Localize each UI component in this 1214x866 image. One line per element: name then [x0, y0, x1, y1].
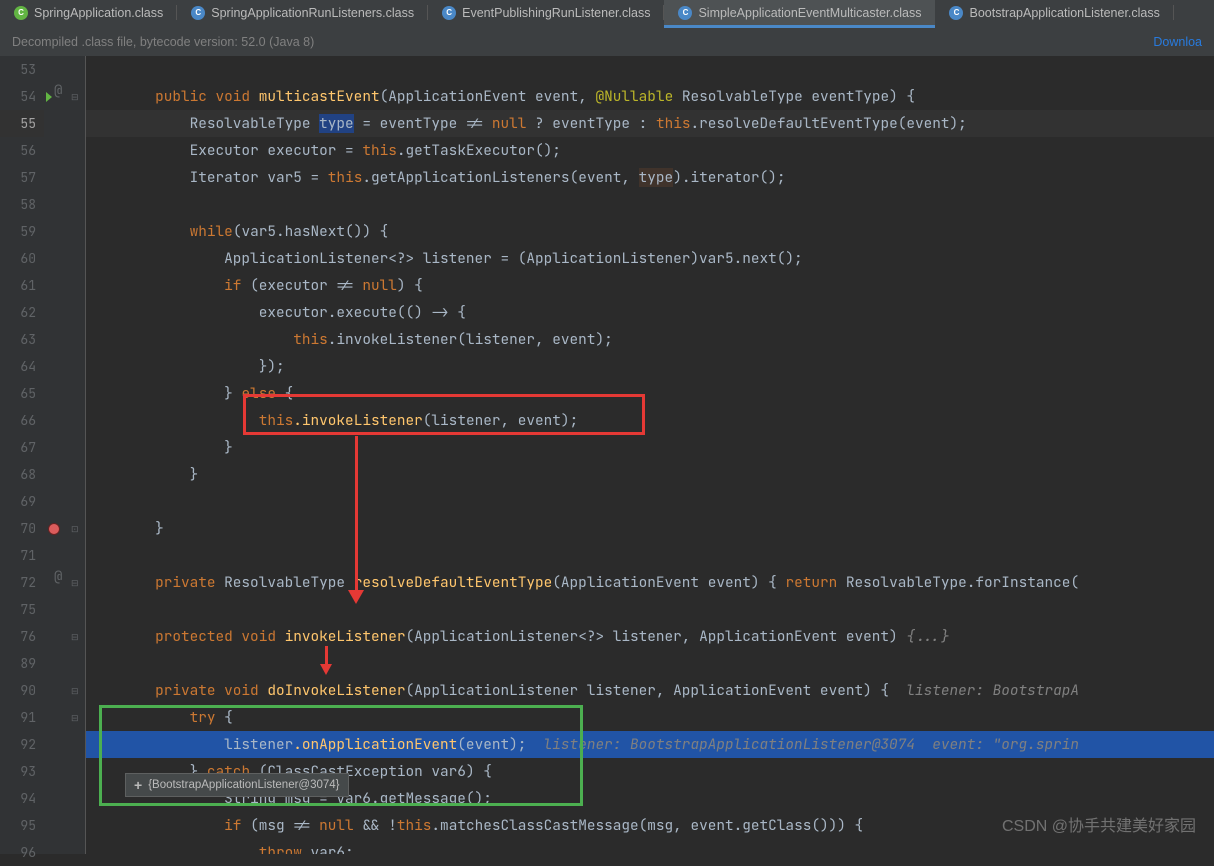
code-line-executing: listener.onApplicationEvent(event); list… — [86, 731, 1214, 758]
class-icon: C — [191, 6, 205, 20]
tab-event-publishing[interactable]: C EventPublishingRunListener.class — [428, 0, 664, 28]
code-line: }); — [86, 353, 1214, 380]
tab-label: SimpleApplicationEventMulticaster.class — [698, 6, 921, 20]
decompile-info: Decompiled .class file, bytecode version… — [12, 35, 314, 49]
code-line: Executor executor = this.getTaskExecutor… — [86, 137, 1214, 164]
breakpoint-icon[interactable] — [48, 523, 60, 535]
code-line — [86, 542, 1214, 569]
code-line — [86, 191, 1214, 218]
tab-label: SpringApplication.class — [34, 6, 163, 20]
code-line: private ResolvableType resolveDefaultEve… — [86, 569, 1214, 596]
fold-open-icon[interactable]: ⊟ — [71, 577, 82, 588]
annotation-icon: @ — [54, 82, 62, 100]
tab-label: BootstrapApplicationListener.class — [969, 6, 1159, 20]
tab-simple-application-event-multicaster[interactable]: C SimpleApplicationEventMulticaster.class — [664, 0, 935, 28]
tab-label: SpringApplicationRunListeners.class — [211, 6, 414, 20]
tab-run-listeners[interactable]: C SpringApplicationRunListeners.class — [177, 0, 428, 28]
code-line: executor.execute(() -> { — [86, 299, 1214, 326]
code-line: } — [86, 461, 1214, 488]
class-icon: C — [949, 6, 963, 20]
code-line — [86, 488, 1214, 515]
tab-label: EventPublishingRunListener.class — [462, 6, 650, 20]
code-line: Iterator var5 = this.getApplicationListe… — [86, 164, 1214, 191]
code-area[interactable]: public void multicastEvent(ApplicationEv… — [86, 56, 1214, 854]
download-link[interactable]: Downloa — [1153, 35, 1202, 49]
code-line: } — [86, 434, 1214, 461]
info-bar: Decompiled .class file, bytecode version… — [0, 28, 1214, 56]
fold-open-icon[interactable]: ⊟ — [71, 631, 82, 642]
fold-open-icon[interactable]: ⊟ — [71, 685, 82, 696]
annotation-icon: @ — [54, 568, 62, 586]
kotlin-class-icon: C — [14, 6, 28, 20]
code-line — [86, 56, 1214, 83]
fold-open-icon[interactable]: ⊟ — [71, 91, 82, 102]
code-line: throw var6; — [86, 839, 1214, 854]
marker-gutter: @ @ — [44, 56, 68, 854]
class-icon: C — [678, 6, 692, 20]
code-line: ApplicationListener<?> listener = (Appli… — [86, 245, 1214, 272]
code-line: try { — [86, 704, 1214, 731]
fold-close-icon[interactable]: ⊡ — [71, 523, 82, 534]
code-line: private void doInvokeListener(Applicatio… — [86, 677, 1214, 704]
code-line: this.invokeListener(listener, event); — [86, 407, 1214, 434]
code-line — [86, 596, 1214, 623]
line-number-gutter: 5354555657585960616263646566676869707172… — [0, 56, 44, 854]
class-icon: C — [442, 6, 456, 20]
add-icon[interactable]: + — [134, 777, 142, 793]
tab-bar: C SpringApplication.class C SpringApplicat… — [0, 0, 1214, 28]
code-line: if (executor != null) { — [86, 272, 1214, 299]
tab-spring-application[interactable]: C SpringApplication.class — [0, 0, 177, 28]
code-line: while(var5.hasNext()) { — [86, 218, 1214, 245]
code-line: if (msg != null && !this.matchesClassCas… — [86, 812, 1214, 839]
code-line: this.invokeListener(listener, event); — [86, 326, 1214, 353]
code-line: ResolvableType type = eventType != null … — [86, 110, 1214, 137]
code-editor[interactable]: 5354555657585960616263646566676869707172… — [0, 56, 1214, 854]
code-line: } else { — [86, 380, 1214, 407]
override-icon[interactable] — [46, 92, 52, 102]
code-line: protected void invokeListener(Applicatio… — [86, 623, 1214, 650]
fold-gutter: ⊟ ⊡ ⊟ ⊟ ⊟ ⊟ — [68, 56, 86, 854]
code-line — [86, 650, 1214, 677]
tab-bootstrap-listener[interactable]: C BootstrapApplicationListener.class — [935, 0, 1173, 28]
fold-open-icon[interactable]: ⊟ — [71, 712, 82, 723]
code-line: } — [86, 515, 1214, 542]
evaluate-popup[interactable]: + {BootstrapApplicationListener@3074} — [125, 773, 349, 797]
eval-value: {BootstrapApplicationListener@3074} — [148, 779, 339, 791]
code-line: public void multicastEvent(ApplicationEv… — [86, 83, 1214, 110]
